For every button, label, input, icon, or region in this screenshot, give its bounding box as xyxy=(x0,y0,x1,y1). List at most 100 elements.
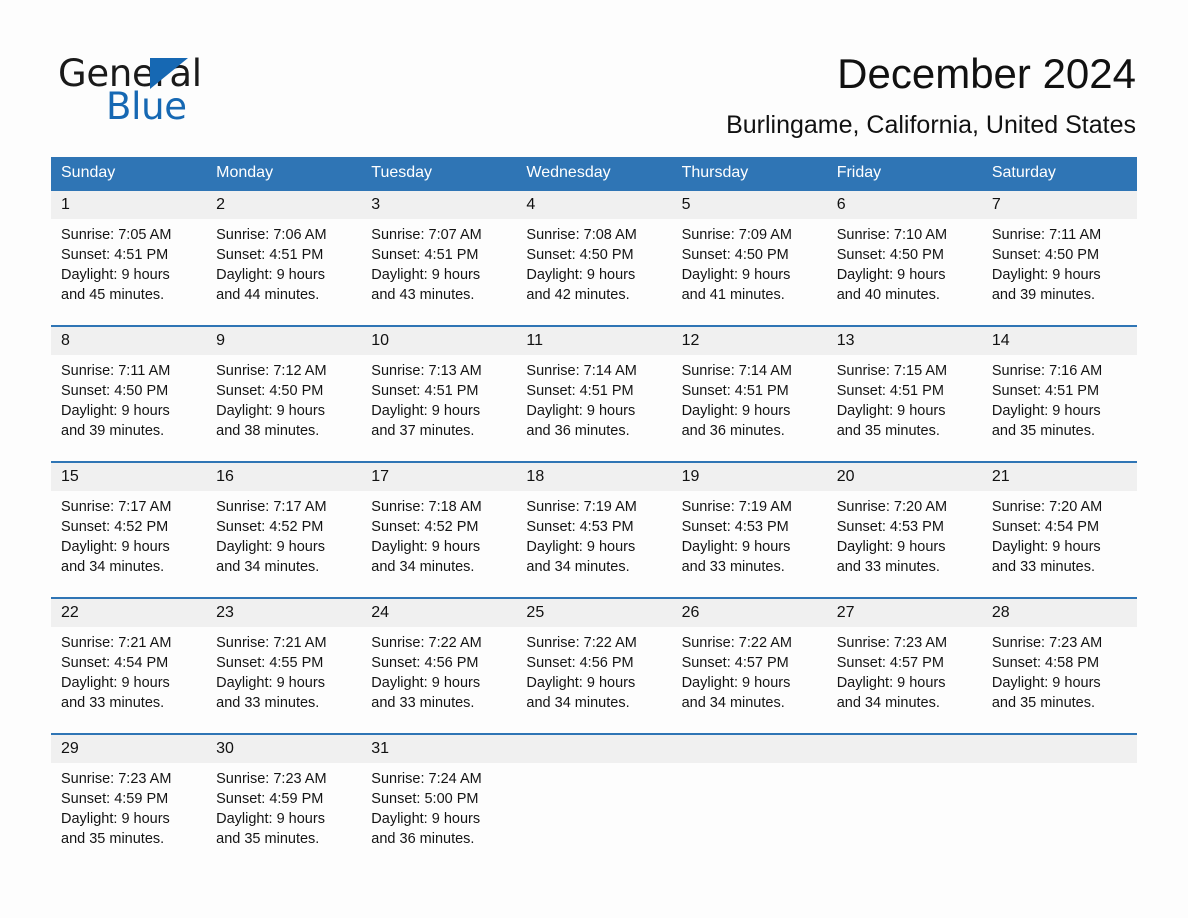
day-number[interactable]: 28 xyxy=(982,599,1137,627)
day-number[interactable]: 7 xyxy=(982,191,1137,219)
daylight-text-line1: Daylight: 9 hours xyxy=(991,403,1101,419)
day-cell[interactable]: Sunrise: 7:22 AM Sunset: 4:57 PM Dayligh… xyxy=(672,627,827,733)
day-number[interactable]: 24 xyxy=(361,599,516,627)
day-number[interactable]: 31 xyxy=(361,735,516,763)
day-cell[interactable]: Sunrise: 7:08 AM Sunset: 4:50 PM Dayligh… xyxy=(516,219,671,325)
day-number[interactable]: 20 xyxy=(827,463,982,491)
sunrise-text: Sunrise: 7:11 AM xyxy=(991,227,1102,243)
day-number[interactable]: 3 xyxy=(361,191,516,219)
sunrise-text: Sunrise: 7:20 AM xyxy=(991,499,1103,515)
daylight-text-line1: Daylight: 9 hours xyxy=(371,675,481,691)
day-cell[interactable]: Sunrise: 7:14 AM Sunset: 4:51 PM Dayligh… xyxy=(672,355,827,461)
sunrise-text: Sunrise: 7:09 AM xyxy=(681,227,792,243)
day-number[interactable]: 5 xyxy=(672,191,827,219)
day-cell[interactable]: Sunrise: 7:11 AM Sunset: 4:50 PM Dayligh… xyxy=(982,219,1137,325)
day-cell[interactable]: Sunrise: 7:17 AM Sunset: 4:52 PM Dayligh… xyxy=(206,491,361,597)
day-number[interactable]: 21 xyxy=(982,463,1137,491)
day-cell[interactable]: Sunrise: 7:20 AM Sunset: 4:54 PM Dayligh… xyxy=(982,491,1137,597)
week-detail-strip: Sunrise: 7:11 AM Sunset: 4:50 PM Dayligh… xyxy=(51,355,1137,461)
week-daynumber-strip: 1 2 3 4 5 6 7 xyxy=(51,191,1137,219)
day-cell[interactable]: Sunrise: 7:22 AM Sunset: 4:56 PM Dayligh… xyxy=(361,627,516,733)
daylight-text-line2: and 41 minutes. xyxy=(681,287,785,303)
day-cell[interactable]: Sunrise: 7:19 AM Sunset: 4:53 PM Dayligh… xyxy=(672,491,827,597)
daylight-text-line2: and 34 minutes. xyxy=(681,695,785,711)
daylight-text-line1: Daylight: 9 hours xyxy=(216,403,325,419)
day-number[interactable]: 29 xyxy=(51,735,206,763)
day-cell[interactable]: Sunrise: 7:22 AM Sunset: 4:56 PM Dayligh… xyxy=(516,627,671,733)
day-number[interactable]: 9 xyxy=(206,327,361,355)
day-cell[interactable]: Sunrise: 7:09 AM Sunset: 4:50 PM Dayligh… xyxy=(672,219,827,325)
day-number[interactable]: 6 xyxy=(827,191,982,219)
day-number[interactable]: 23 xyxy=(206,599,361,627)
daylight-text-line2: and 36 minutes. xyxy=(526,423,630,439)
day-cell[interactable]: Sunrise: 7:10 AM Sunset: 4:50 PM Dayligh… xyxy=(827,219,982,325)
day-of-week-saturday: Saturday xyxy=(991,164,1056,181)
day-cell[interactable]: Sunrise: 7:13 AM Sunset: 4:51 PM Dayligh… xyxy=(361,355,516,461)
day-number[interactable]: 4 xyxy=(516,191,671,219)
day-cell[interactable]: Sunrise: 7:24 AM Sunset: 5:00 PM Dayligh… xyxy=(361,763,516,869)
day-number[interactable]: 18 xyxy=(516,463,671,491)
day-cell[interactable]: Sunrise: 7:17 AM Sunset: 4:52 PM Dayligh… xyxy=(51,491,206,597)
logo-text-blue: Blue xyxy=(106,85,187,128)
calendar-week-row: 15 16 17 18 19 20 21 Sunrise: 7:17 AM Su… xyxy=(51,461,1137,597)
daylight-text-line1: Daylight: 9 hours xyxy=(836,539,946,555)
daylight-text-line1: Daylight: 9 hours xyxy=(991,675,1101,691)
day-number[interactable]: 30 xyxy=(206,735,361,763)
day-cell[interactable]: Sunrise: 7:18 AM Sunset: 4:52 PM Dayligh… xyxy=(361,491,516,597)
day-number[interactable]: 14 xyxy=(982,327,1137,355)
day-cell[interactable]: Sunrise: 7:20 AM Sunset: 4:53 PM Dayligh… xyxy=(827,491,982,597)
sunrise-text: Sunrise: 7:21 AM xyxy=(216,635,327,651)
day-number[interactable]: 17 xyxy=(361,463,516,491)
day-number[interactable]: 22 xyxy=(51,599,206,627)
day-number[interactable]: 27 xyxy=(827,599,982,627)
daylight-text-line2: and 33 minutes. xyxy=(991,559,1096,575)
day-number[interactable]: 19 xyxy=(672,463,827,491)
day-cell[interactable]: Sunrise: 7:21 AM Sunset: 4:55 PM Dayligh… xyxy=(206,627,361,733)
day-cell[interactable]: Sunrise: 7:23 AM Sunset: 4:59 PM Dayligh… xyxy=(206,763,361,869)
daylight-text-line2: and 35 minutes. xyxy=(836,423,940,439)
day-number[interactable]: 13 xyxy=(827,327,982,355)
day-number[interactable]: 16 xyxy=(206,463,361,491)
sunrise-text: Sunrise: 7:22 AM xyxy=(371,635,482,651)
daylight-text-line1: Daylight: 9 hours xyxy=(526,675,636,691)
day-cell[interactable]: Sunrise: 7:23 AM Sunset: 4:59 PM Dayligh… xyxy=(51,763,206,869)
day-number[interactable]: 26 xyxy=(672,599,827,627)
day-number[interactable]: 12 xyxy=(672,327,827,355)
day-number[interactable]: 8 xyxy=(51,327,206,355)
sunrise-text: Sunrise: 7:15 AM xyxy=(836,363,948,379)
sunrise-text: Sunrise: 7:05 AM xyxy=(61,227,172,243)
day-cell[interactable]: Sunrise: 7:12 AM Sunset: 4:50 PM Dayligh… xyxy=(206,355,361,461)
day-number[interactable]: 2 xyxy=(206,191,361,219)
day-cell[interactable]: Sunrise: 7:05 AM Sunset: 4:51 PM Dayligh… xyxy=(51,219,206,325)
day-cell[interactable]: Sunrise: 7:19 AM Sunset: 4:53 PM Dayligh… xyxy=(516,491,671,597)
day-number[interactable]: 1 xyxy=(51,191,206,219)
sunset-text: Sunset: 4:53 PM xyxy=(526,519,634,535)
week-daynumber-strip: 15 16 17 18 19 20 21 xyxy=(51,463,1137,491)
general-blue-logo[interactable]: General Blue xyxy=(58,52,318,132)
day-number[interactable]: 11 xyxy=(516,327,671,355)
day-cell[interactable]: Sunrise: 7:23 AM Sunset: 4:58 PM Dayligh… xyxy=(982,627,1137,733)
daylight-text-line1: Daylight: 9 hours xyxy=(681,403,791,419)
day-cell[interactable]: Sunrise: 7:23 AM Sunset: 4:57 PM Dayligh… xyxy=(827,627,982,733)
day-cell[interactable]: Sunrise: 7:15 AM Sunset: 4:51 PM Dayligh… xyxy=(827,355,982,461)
day-number[interactable]: 10 xyxy=(361,327,516,355)
day-cell[interactable]: Sunrise: 7:16 AM Sunset: 4:51 PM Dayligh… xyxy=(982,355,1137,461)
day-cell[interactable]: Sunrise: 7:07 AM Sunset: 4:51 PM Dayligh… xyxy=(361,219,516,325)
day-of-week-sunday: Sunday xyxy=(61,164,116,181)
daylight-text-line2: and 42 minutes. xyxy=(526,287,630,303)
page-title: December 2024 xyxy=(837,50,1136,97)
day-number[interactable]: 25 xyxy=(516,599,671,627)
day-number[interactable]: 15 xyxy=(51,463,206,491)
day-cell[interactable]: Sunrise: 7:06 AM Sunset: 4:51 PM Dayligh… xyxy=(206,219,361,325)
sunset-text: Sunset: 4:51 PM xyxy=(526,383,634,399)
day-of-week-friday: Friday xyxy=(836,164,882,181)
day-number-empty xyxy=(516,735,671,763)
sunset-text: Sunset: 4:56 PM xyxy=(526,655,634,671)
week-detail-strip: Sunrise: 7:23 AM Sunset: 4:59 PM Dayligh… xyxy=(51,763,1137,869)
day-cell[interactable]: Sunrise: 7:11 AM Sunset: 4:50 PM Dayligh… xyxy=(51,355,206,461)
calendar-week-row: 22 23 24 25 26 27 28 Sunrise: 7:21 AM Su… xyxy=(51,597,1137,733)
sunset-text: Sunset: 4:51 PM xyxy=(371,247,479,263)
day-cell[interactable]: Sunrise: 7:21 AM Sunset: 4:54 PM Dayligh… xyxy=(51,627,206,733)
daylight-text-line2: and 33 minutes. xyxy=(836,559,940,575)
day-cell[interactable]: Sunrise: 7:14 AM Sunset: 4:51 PM Dayligh… xyxy=(516,355,671,461)
